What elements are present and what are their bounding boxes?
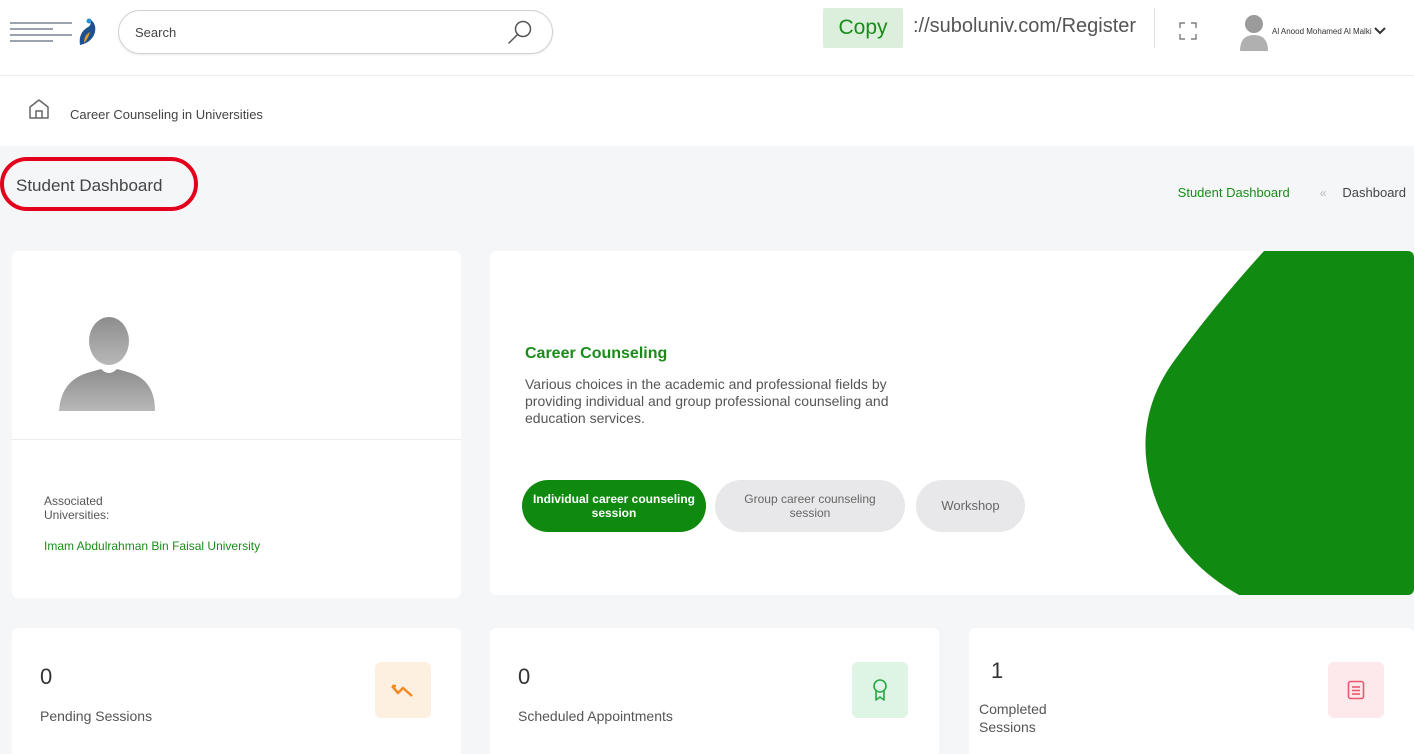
breadcrumb-link[interactable]: Career Counseling in Universities (70, 107, 263, 122)
register-url-field[interactable]: ://suboluniv.com/Register (903, 8, 1155, 48)
stat-label: Pending Sessions (40, 708, 153, 724)
top-header: Search Copy ://suboluniv.com/Register Al… (0, 0, 1414, 76)
trail-dashboard-link[interactable]: Dashboard (1342, 185, 1406, 200)
user-avatar (1240, 15, 1268, 51)
chevron-down-icon[interactable] (1373, 25, 1386, 37)
associated-universities-label: Associated Universities: (44, 494, 110, 522)
stat-value: 0 (40, 664, 53, 689)
main-content: Student Dashboard Student Dashboard « Da… (0, 146, 1414, 754)
hrdf-logo[interactable] (10, 12, 106, 52)
home-icon[interactable] (28, 98, 50, 120)
stat-card-scheduled: 0 Scheduled Appointments (490, 628, 939, 754)
stat-card-pending: 0 Pending Sessions (12, 628, 461, 754)
counseling-description: Various choices in the academic and prof… (525, 376, 889, 426)
associated-university-link[interactable]: Imam Abdulrahman Bin Faisal University (44, 539, 260, 553)
document-icon (1328, 662, 1384, 718)
stat-label: Scheduled Appointments (518, 708, 673, 724)
award-icon (852, 662, 908, 718)
stat-value: 1 (991, 658, 1004, 683)
counseling-title: Career Counseling (525, 345, 668, 362)
stat-card-completed: 1 Completed Sessions (969, 628, 1414, 754)
profile-avatar (59, 317, 155, 411)
page-breadcrumb-trail: Student Dashboard « Dashboard (1178, 185, 1406, 200)
search-bar[interactable]: Search (118, 10, 553, 54)
breadcrumb: Career Counseling in Universities (0, 76, 1414, 146)
search-input[interactable]: Search (135, 25, 176, 40)
trend-icon (375, 662, 431, 718)
career-counseling-card: Career Counseling Various choices in the… (490, 251, 1414, 595)
fullscreen-icon[interactable] (1179, 22, 1197, 40)
trail-current: Student Dashboard (1177, 185, 1290, 200)
highlight-annotation (0, 157, 198, 211)
copy-button[interactable]: Copy (823, 8, 903, 48)
divider (12, 439, 461, 440)
stat-label: Completed Sessions (979, 701, 1047, 735)
decorative-shape (1145, 251, 1414, 595)
stat-value: 0 (518, 664, 531, 689)
user-name: Al Anood Mohamed Al Malki (1272, 26, 1372, 36)
group-session-button[interactable]: Group career counseling session (715, 480, 905, 532)
workshop-button[interactable]: Workshop (916, 480, 1025, 532)
trail-separator: « (1319, 185, 1327, 200)
search-icon[interactable] (506, 19, 534, 47)
user-menu[interactable]: Al Anood Mohamed Al Malki (1238, 10, 1386, 52)
individual-session-button[interactable]: Individual career counseling session (522, 480, 706, 532)
logo-mark-icon (79, 18, 96, 45)
profile-card: Associated Universities: Imam Abdulrahma… (12, 251, 461, 598)
